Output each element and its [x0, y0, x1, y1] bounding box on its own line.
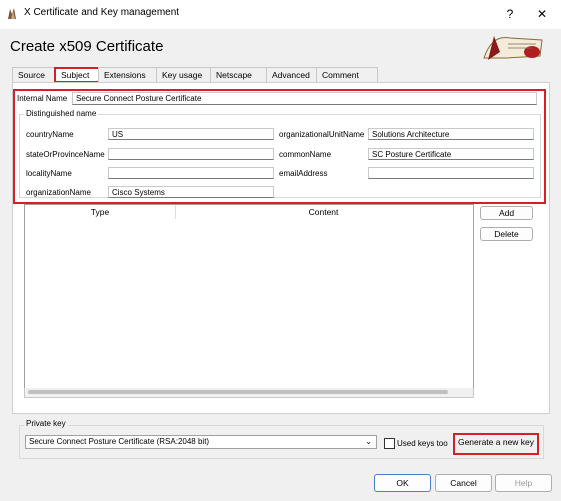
- private-key-select[interactable]: Secure Connect Posture Certificate (RSA:…: [25, 435, 377, 449]
- tab-extensions[interactable]: Extensions: [98, 67, 160, 82]
- tab-subject[interactable]: Subject: [54, 67, 102, 83]
- email-label: emailAddress: [279, 169, 328, 178]
- app-logo-icon: [483, 36, 543, 60]
- locality-field[interactable]: [108, 167, 274, 179]
- generate-new-key-button[interactable]: Generate a new key: [456, 436, 536, 450]
- add-button[interactable]: Add: [480, 206, 533, 220]
- column-header-type[interactable]: Type: [25, 205, 176, 219]
- tab-source[interactable]: Source: [12, 67, 58, 82]
- chevron-down-icon: ⌄: [365, 437, 372, 446]
- country-name-label: countryName: [26, 130, 74, 139]
- help-button: Help: [495, 474, 552, 492]
- ok-button[interactable]: OK: [374, 474, 431, 492]
- state-field[interactable]: [108, 148, 274, 160]
- locality-label: localityName: [26, 169, 72, 178]
- organization-label: organizationName: [26, 188, 91, 197]
- private-key-selected-value: Secure Connect Posture Certificate (RSA:…: [29, 437, 210, 446]
- help-icon[interactable]: ?: [498, 4, 522, 24]
- window-title: X Certificate and Key management: [24, 7, 180, 18]
- internal-name-field[interactable]: Secure Connect Posture Certificate: [72, 92, 537, 105]
- tab-netscape[interactable]: Netscape: [210, 67, 270, 82]
- internal-name-label: Internal Name: [17, 94, 68, 103]
- extra-entries-table[interactable]: Type Content: [24, 204, 474, 390]
- email-field[interactable]: [368, 167, 534, 179]
- app-icon: [8, 8, 16, 19]
- tab-key-usage[interactable]: Key usage: [156, 67, 214, 82]
- used-keys-label: Used keys too: [397, 439, 448, 448]
- dn-group-label: Distinguished name: [24, 109, 99, 118]
- common-name-field[interactable]: SC Posture Certificate: [368, 148, 534, 160]
- org-unit-label: organizationalUnitName: [279, 130, 365, 139]
- org-unit-field[interactable]: Solutions Architecture: [368, 128, 534, 140]
- common-name-label: commonName: [279, 150, 332, 159]
- used-keys-checkbox[interactable]: [384, 438, 395, 449]
- country-name-field[interactable]: US: [108, 128, 274, 140]
- title-bar: X Certificate and Key management ? ✕: [0, 0, 561, 29]
- table-horizontal-scrollbar[interactable]: [24, 388, 474, 398]
- delete-button[interactable]: Delete: [480, 227, 533, 241]
- private-key-group-label: Private key: [24, 419, 68, 428]
- scrollbar-thumb[interactable]: [28, 390, 448, 394]
- state-label: stateOrProvinceName: [26, 150, 105, 159]
- close-icon[interactable]: ✕: [530, 4, 554, 24]
- column-header-content[interactable]: Content: [175, 205, 472, 219]
- organization-field[interactable]: Cisco Systems: [108, 186, 274, 198]
- tab-comment[interactable]: Comment: [316, 67, 378, 82]
- cancel-button[interactable]: Cancel: [435, 474, 492, 492]
- page-title: Create x509 Certificate: [10, 38, 164, 55]
